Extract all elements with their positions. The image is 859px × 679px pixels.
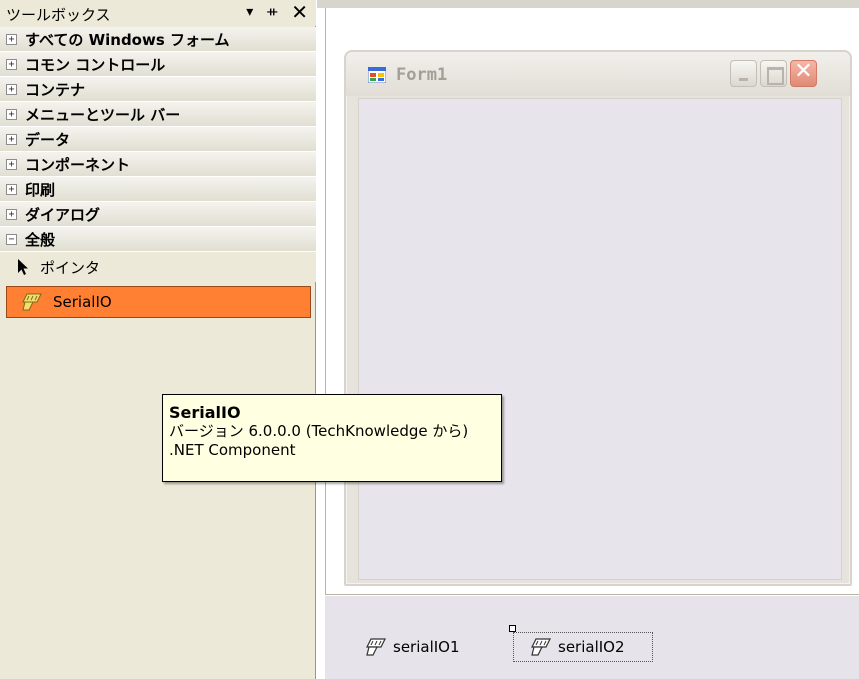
- designer-top-border: [317, 0, 859, 8]
- collapse-icon[interactable]: −: [6, 233, 17, 245]
- expand-icon[interactable]: +: [6, 158, 17, 170]
- toolbox-category-common-controls[interactable]: + コモン コントロール: [0, 52, 316, 77]
- form-title: Form1: [396, 65, 448, 85]
- expand-icon[interactable]: +: [6, 58, 17, 70]
- category-label: コモン コントロール: [25, 55, 166, 74]
- selection-handle[interactable]: [509, 625, 516, 632]
- serial-connector-icon: [366, 638, 386, 656]
- category-label: コンテナ: [25, 80, 86, 99]
- tray-component-label: serialIO1: [393, 638, 460, 656]
- toolbox-title: ツールボックス: [6, 6, 111, 24]
- close-button[interactable]: ✕: [790, 59, 817, 87]
- expand-icon[interactable]: +: [6, 183, 17, 195]
- component-tray: serialIO1 serialIO2: [325, 596, 859, 679]
- toolbox-category-printing[interactable]: + 印刷: [0, 177, 316, 202]
- toolbox-panel: ツールボックス ▾ ᚑ ✕ + すべての Windows フォーム + コモン …: [0, 0, 316, 679]
- minimize-button[interactable]: [730, 60, 757, 87]
- toolbox-window-controls: ▾ ᚑ ✕: [246, 2, 308, 22]
- toolbox-category-containers[interactable]: + コンテナ: [0, 77, 316, 102]
- close-icon: ✕: [794, 59, 813, 84]
- category-label: 印刷: [25, 180, 56, 199]
- expand-icon[interactable]: +: [6, 208, 17, 220]
- toolbox-item-serialio[interactable]: SerialIO: [6, 286, 311, 318]
- category-label: ダイアログ: [25, 205, 101, 224]
- tray-component-label: serialIO2: [558, 638, 625, 656]
- category-label: データ: [25, 130, 71, 149]
- tray-component-serialio1[interactable]: serialIO1: [365, 632, 460, 662]
- toolbox-category-data[interactable]: + データ: [0, 127, 316, 152]
- arrow-pointer-icon: [18, 259, 28, 275]
- maximize-button[interactable]: [760, 60, 787, 87]
- form-window-icon: [368, 67, 386, 83]
- toolbox-item-label: SerialIO: [53, 293, 112, 311]
- form-client-area[interactable]: [358, 98, 842, 580]
- pin-icon[interactable]: ᚑ: [267, 3, 277, 21]
- component-tooltip: SerialIO バージョン 6.0.0.0 (TechKnowledge から…: [162, 394, 502, 482]
- category-label: すべての Windows フォーム: [25, 30, 230, 49]
- toolbox-item-pointer[interactable]: ポインタ: [0, 252, 316, 282]
- toolbox-category-menus-toolbars[interactable]: + メニューとツール バー: [0, 102, 316, 127]
- toolbox-category-components[interactable]: + コンポーネント: [0, 152, 316, 177]
- toolbox-category-general[interactable]: − 全般: [0, 227, 316, 252]
- toolbox-item-label: ポインタ: [40, 258, 101, 277]
- toolbox-header: ツールボックス ▾ ᚑ ✕: [0, 0, 316, 26]
- expand-icon[interactable]: +: [6, 108, 17, 120]
- category-label: コンポーネント: [25, 155, 131, 174]
- form-window[interactable]: Form1 ✕: [344, 50, 852, 586]
- tray-component-serialio2[interactable]: serialIO2: [513, 632, 653, 662]
- dropdown-arrow-icon[interactable]: ▾: [246, 3, 253, 21]
- close-icon[interactable]: ✕: [291, 2, 308, 22]
- toolbox-category-dialogs[interactable]: + ダイアログ: [0, 202, 316, 227]
- toolbox-category-all-windows-forms[interactable]: + すべての Windows フォーム: [0, 27, 316, 52]
- toolbox-list: + すべての Windows フォーム + コモン コントロール + コンテナ …: [0, 27, 316, 318]
- tooltip-version: バージョン 6.0.0.0 (TechKnowledge から): [169, 422, 469, 440]
- expand-icon[interactable]: +: [6, 33, 17, 45]
- serial-connector-icon: [22, 293, 42, 311]
- tooltip-title: SerialIO: [169, 403, 241, 422]
- category-label: 全般: [25, 230, 56, 249]
- expand-icon[interactable]: +: [6, 133, 17, 145]
- tooltip-type: .NET Component: [169, 441, 296, 459]
- form-title-bar[interactable]: Form1 ✕: [346, 52, 850, 96]
- category-label: メニューとツール バー: [25, 105, 181, 124]
- serial-connector-icon: [531, 638, 551, 656]
- expand-icon[interactable]: +: [6, 83, 17, 95]
